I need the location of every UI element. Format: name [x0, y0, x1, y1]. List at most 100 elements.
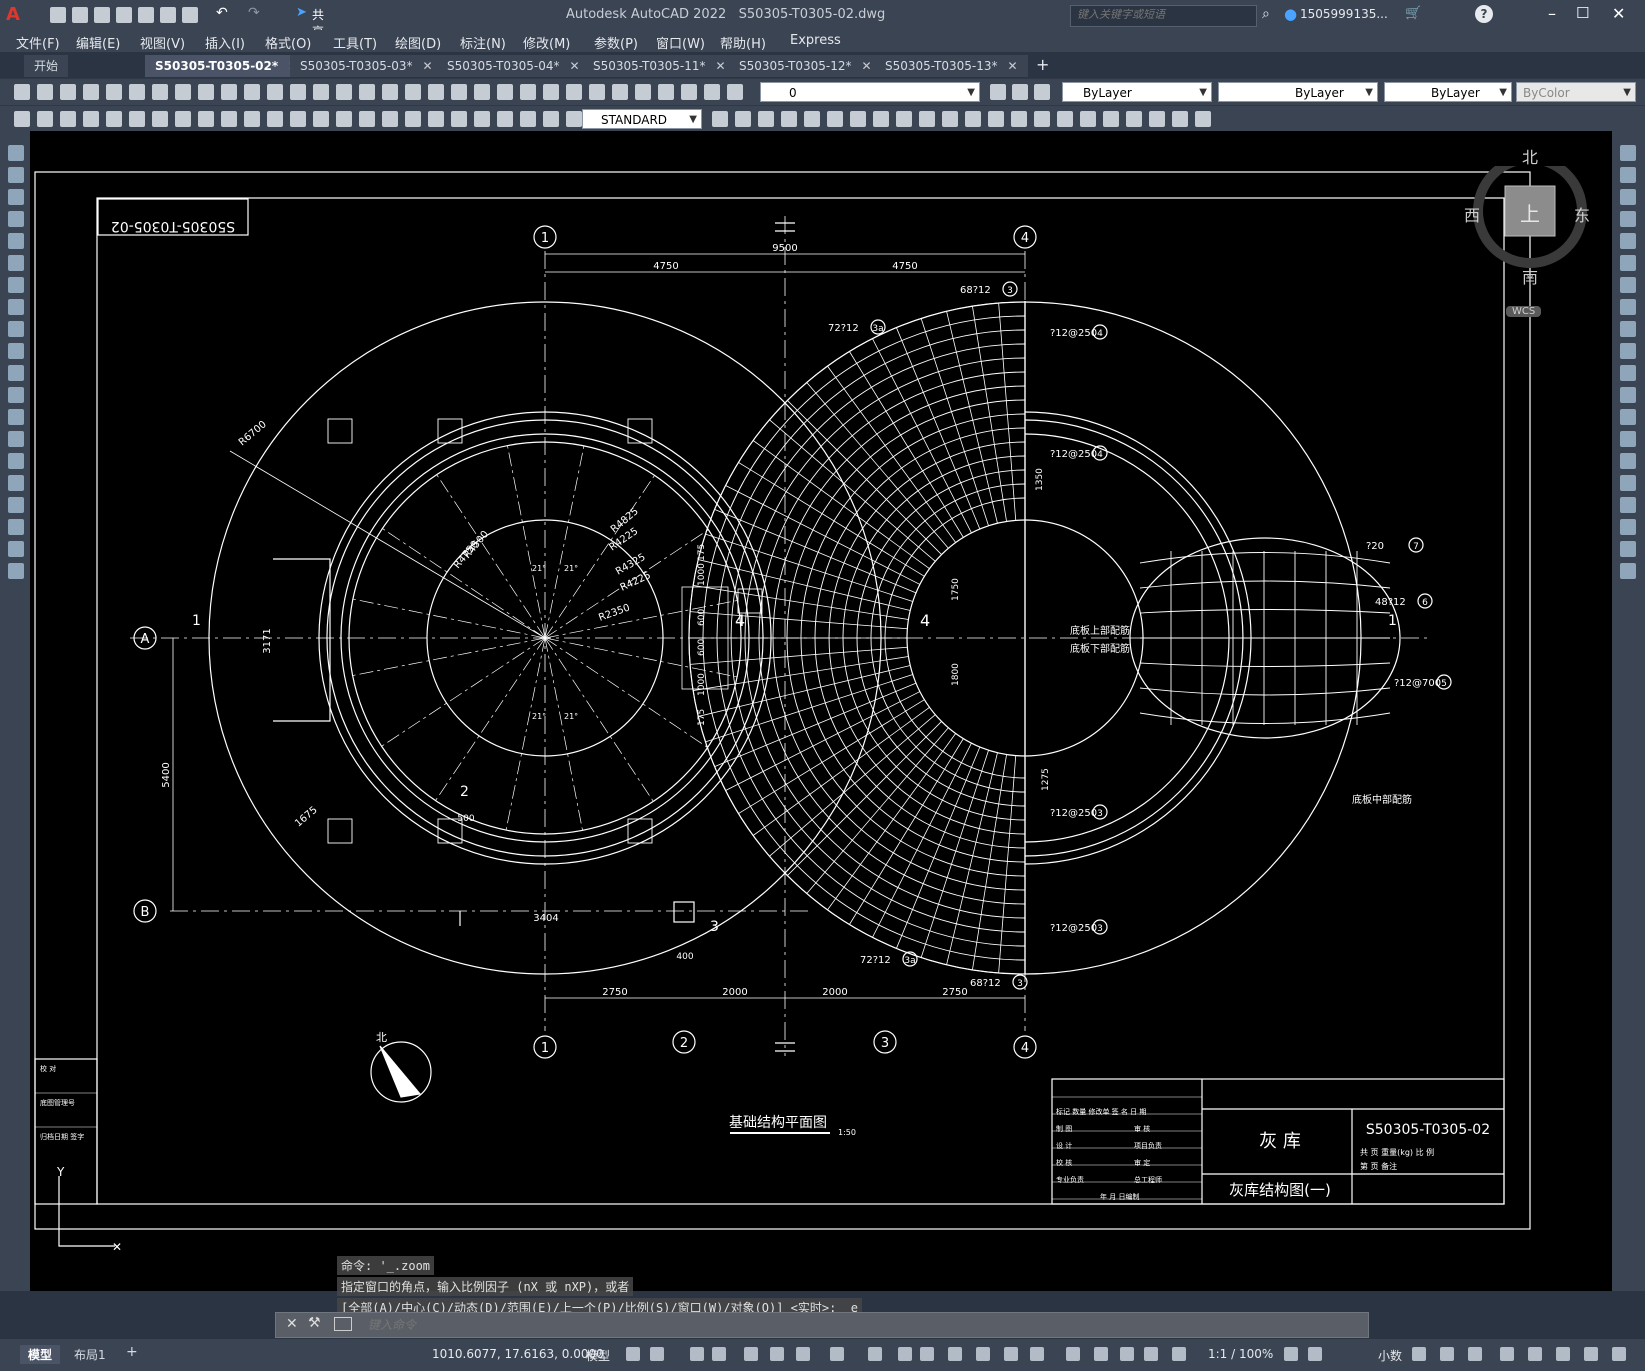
toolbar-icon[interactable] [267, 84, 283, 100]
layer-tool-icon[interactable] [990, 84, 1006, 100]
modify-tool-icon[interactable] [1620, 321, 1636, 337]
dimension-tool-icon[interactable] [451, 111, 467, 127]
add-layout-icon[interactable]: + [126, 1344, 138, 1360]
tab-close-icon[interactable]: ✕ [716, 59, 726, 73]
linetype-dropdown[interactable]: ByLayer ▼ [1218, 82, 1378, 102]
modify-tool-icon[interactable] [1620, 299, 1636, 315]
tab-close-icon[interactable]: ✕ [1008, 59, 1018, 73]
dimension-tool-icon[interactable] [804, 111, 820, 127]
file-tab[interactable]: S50305-T0305-04* ✕ [437, 55, 590, 77]
dimension-tool-icon[interactable] [988, 111, 1004, 127]
draw-tool-icon[interactable] [8, 321, 24, 337]
dimension-tool-icon[interactable] [1034, 111, 1050, 127]
toolbar-icon[interactable] [727, 84, 743, 100]
draw-tool-icon[interactable] [8, 145, 24, 161]
share-icon[interactable]: ➤ [296, 5, 307, 20]
dimension-tool-icon[interactable] [942, 111, 958, 127]
menu-item[interactable]: 标注(N) [460, 33, 506, 52]
print-icon[interactable] [182, 7, 198, 23]
model-space-button[interactable]: 模型 [586, 1347, 610, 1364]
autocad-logo-icon[interactable]: A [6, 4, 28, 26]
redo-icon[interactable]: ↷ [248, 5, 260, 21]
status-toggle-icon[interactable] [1030, 1347, 1044, 1361]
textstyle-dropdown[interactable]: STANDARD ▼ [582, 109, 702, 129]
status-toggle-icon[interactable] [1584, 1347, 1598, 1361]
dimension-tool-icon[interactable] [1080, 111, 1096, 127]
file-tab[interactable]: 开始 [24, 55, 69, 77]
draw-tool-icon[interactable] [8, 167, 24, 183]
dimension-tool-icon[interactable] [850, 111, 866, 127]
draw-tool-icon[interactable] [8, 211, 24, 227]
draw-tool-icon[interactable] [8, 387, 24, 403]
maximize-icon[interactable]: ☐ [1576, 4, 1589, 22]
dimension-tool-icon[interactable] [382, 111, 398, 127]
menu-item[interactable]: 绘图(D) [395, 33, 441, 52]
dimension-tool-icon[interactable] [566, 111, 582, 127]
status-toggle-icon[interactable] [1172, 1347, 1186, 1361]
draw-tool-icon[interactable] [8, 409, 24, 425]
status-toggle-icon[interactable] [650, 1347, 664, 1361]
status-toggle-icon[interactable] [690, 1347, 704, 1361]
dimension-tool-icon[interactable] [919, 111, 935, 127]
menu-item[interactable]: 窗口(W) [656, 33, 705, 52]
status-toggle-icon[interactable] [1468, 1347, 1482, 1361]
menu-item[interactable]: 文件(F) [16, 33, 60, 52]
draw-tool-icon[interactable] [8, 541, 24, 557]
status-toggle-icon[interactable] [1612, 1347, 1626, 1361]
modify-tool-icon[interactable] [1620, 167, 1636, 183]
status-toggle-icon[interactable] [796, 1347, 810, 1361]
modify-tool-icon[interactable] [1620, 387, 1636, 403]
help-icon[interactable]: ? [1475, 5, 1493, 23]
toolbar-icon[interactable] [566, 84, 582, 100]
status-toggle-icon[interactable] [920, 1347, 934, 1361]
file-tab[interactable]: S50305-T0305-03* ✕ [290, 55, 443, 77]
draw-tool-icon[interactable] [8, 255, 24, 271]
tab-close-icon[interactable]: ✕ [423, 59, 433, 73]
status-toggle-icon[interactable] [1528, 1347, 1542, 1361]
dimension-tool-icon[interactable] [175, 111, 191, 127]
save-as-icon[interactable] [116, 7, 132, 23]
search-icon[interactable]: ⌕ [1262, 6, 1270, 22]
status-toggle-icon[interactable] [898, 1347, 912, 1361]
draw-tool-icon[interactable] [8, 299, 24, 315]
status-toggle-icon[interactable] [868, 1347, 882, 1361]
modify-tool-icon[interactable] [1620, 233, 1636, 249]
modify-tool-icon[interactable] [1620, 343, 1636, 359]
minimize-icon[interactable]: – [1548, 4, 1556, 23]
dimension-tool-icon[interactable] [1103, 111, 1119, 127]
toolbar-icon[interactable] [382, 84, 398, 100]
coordinates[interactable]: 1010.6077, 17.6163, 0.0000 [432, 1347, 604, 1361]
menu-item[interactable]: 修改(M) [523, 33, 570, 52]
toolbar-icon[interactable] [405, 84, 421, 100]
viewcube[interactable]: 北 南 西 东 上 WCS [1464, 148, 1590, 317]
toolbar-icon[interactable] [106, 84, 122, 100]
status-toggle-icon[interactable] [1120, 1347, 1134, 1361]
dimension-tool-icon[interactable] [14, 111, 30, 127]
draw-tool-icon[interactable] [8, 563, 24, 579]
layer-tool-icon[interactable] [1034, 84, 1050, 100]
modify-tool-icon[interactable] [1620, 145, 1636, 161]
modify-tool-icon[interactable] [1620, 431, 1636, 447]
toolbar-icon[interactable] [428, 84, 444, 100]
viewcube-south[interactable]: 南 [1522, 264, 1538, 288]
dimension-tool-icon[interactable] [543, 111, 559, 127]
toolbar-icon[interactable] [14, 84, 30, 100]
dimension-tool-icon[interactable] [37, 111, 53, 127]
status-toggle-icon[interactable] [948, 1347, 962, 1361]
toolbar-icon[interactable] [152, 84, 168, 100]
dimension-tool-icon[interactable] [781, 111, 797, 127]
status-toggle-icon[interactable] [626, 1347, 640, 1361]
draw-tool-icon[interactable] [8, 189, 24, 205]
dimension-tool-icon[interactable] [1057, 111, 1073, 127]
file-tab[interactable]: S50305-T0305-02*✕ [145, 55, 309, 77]
toolbar-icon[interactable] [704, 84, 720, 100]
menu-item[interactable]: 工具(T) [333, 33, 377, 52]
toolbar-icon[interactable] [313, 84, 329, 100]
modify-tool-icon[interactable] [1620, 541, 1636, 557]
color-dropdown[interactable]: ByLayer ▼ [1062, 82, 1212, 102]
command-input[interactable] [366, 1315, 1350, 1335]
model-tab[interactable]: 模型 [20, 1345, 61, 1364]
toolbar-icon[interactable] [543, 84, 559, 100]
dimension-tool-icon[interactable] [198, 111, 214, 127]
menu-item[interactable]: Express [790, 33, 841, 48]
